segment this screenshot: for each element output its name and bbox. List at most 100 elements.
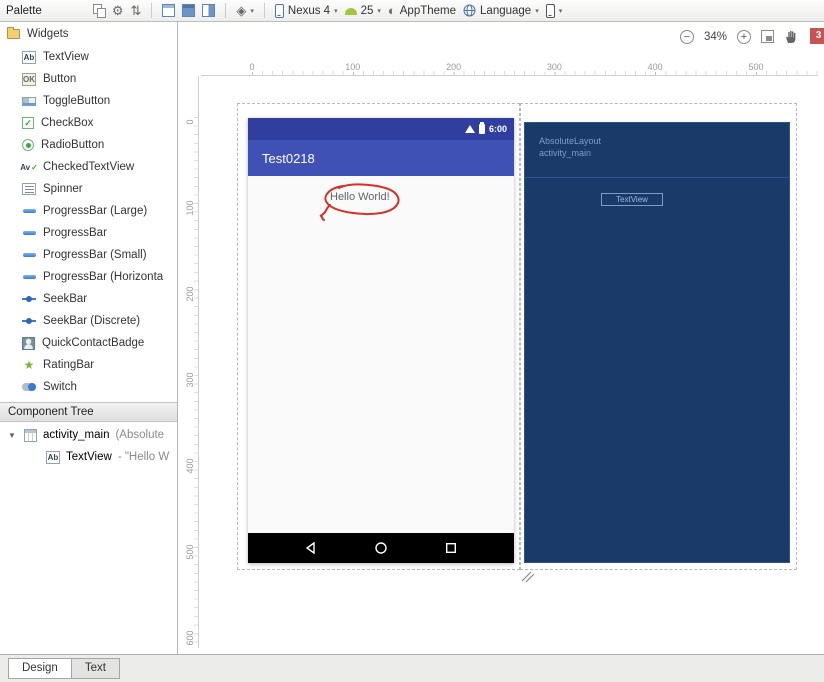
tree-node-textview[interactable]: Ab TextView - "Hello W bbox=[0, 446, 177, 468]
blueprint-appbar-line bbox=[525, 177, 789, 178]
language-selector[interactable]: Language ▾ bbox=[463, 4, 539, 17]
gear-icon[interactable]: ⚙ bbox=[112, 4, 124, 17]
zoom-out-icon[interactable]: − bbox=[679, 29, 694, 44]
chevron-down-icon: ▾ bbox=[558, 7, 563, 15]
palette-group-widgets[interactable]: Widgets bbox=[0, 22, 177, 46]
component-tree-header: Component Tree bbox=[0, 402, 177, 422]
sort-icon[interactable]: ⇅ bbox=[130, 4, 141, 17]
notification-badge[interactable]: 3 bbox=[810, 28, 824, 44]
v-ruler-label: 500 bbox=[185, 544, 195, 560]
textview-icon: Ab bbox=[46, 450, 60, 464]
quickcontactbadge-icon bbox=[22, 336, 35, 350]
h-ruler-label: 200 bbox=[444, 62, 464, 72]
tab-design[interactable]: Design bbox=[8, 658, 72, 679]
horizontal-ruler: 0 100 200 300 400 500 bbox=[201, 62, 818, 76]
palette-item-ratingbar[interactable]: ★ RatingBar bbox=[0, 354, 177, 376]
phone-icon bbox=[274, 3, 284, 18]
palette-item-progressbar-horizonta[interactable]: ProgressBar (Horizonta bbox=[0, 266, 177, 288]
palette-item-textview[interactable]: Ab TextView bbox=[0, 46, 177, 68]
h-ruler-label: 0 bbox=[247, 62, 257, 72]
h-ruler-label: 500 bbox=[746, 62, 766, 72]
editor-mode-bar: Design Text bbox=[0, 654, 824, 682]
zoom-to-fit-icon[interactable] bbox=[761, 30, 774, 43]
red-circle-annotation bbox=[319, 183, 400, 221]
seekbar-icon bbox=[22, 292, 36, 306]
layout-canvas[interactable]: Hello World! bbox=[248, 176, 514, 533]
theme-selector[interactable]: ◐ AppTheme bbox=[388, 4, 456, 17]
v-ruler-label: 400 bbox=[185, 458, 195, 474]
component-tree-title: Component Tree bbox=[8, 406, 94, 418]
v-ruler-label: 600 bbox=[185, 630, 195, 646]
v-ruler-label: 0 bbox=[185, 119, 195, 125]
chevron-down-icon: ▾ bbox=[250, 7, 254, 15]
togglebutton-icon bbox=[22, 96, 36, 106]
collapse-arrow-icon[interactable]: ▼ bbox=[8, 431, 18, 440]
copy-icon[interactable] bbox=[92, 4, 106, 18]
theme-icon: ◐ bbox=[387, 3, 396, 18]
radiobutton-icon bbox=[22, 139, 34, 151]
api-selector[interactable]: 25 ▾ bbox=[344, 5, 381, 17]
palette-item-progressbar[interactable]: ProgressBar bbox=[0, 222, 177, 244]
v-ruler-label: 200 bbox=[185, 286, 195, 302]
palette-title: Palette bbox=[6, 4, 42, 17]
design-view-icon[interactable] bbox=[162, 4, 176, 17]
wifi-icon bbox=[464, 125, 475, 133]
language-label: Language bbox=[480, 4, 532, 17]
battery-icon bbox=[478, 122, 485, 134]
palette-item-seekbar-discrete[interactable]: SeekBar (Discrete) bbox=[0, 310, 177, 332]
app-title: Test0218 bbox=[262, 151, 315, 166]
palette-item-progressbar-small[interactable]: ProgressBar (Small) bbox=[0, 244, 177, 266]
palette-item-checkbox[interactable]: ✓ CheckBox bbox=[0, 112, 177, 134]
textview-icon: Ab bbox=[22, 50, 36, 64]
tree-node-suffix: (Absolute bbox=[115, 429, 165, 441]
v-ruler-label: 100 bbox=[185, 200, 195, 216]
resize-handle-icon[interactable] bbox=[520, 571, 535, 583]
blueprint-view[interactable]: AbsoluteLayout activity_main TextView bbox=[524, 122, 790, 563]
palette-item-radiobutton[interactable]: RadioButton bbox=[0, 134, 177, 156]
tree-node-activity-main[interactable]: ▼ activity_main (Absolute bbox=[0, 424, 177, 446]
palette-item-button[interactable]: OK Button bbox=[0, 68, 177, 90]
status-bar: 6:00 bbox=[248, 118, 514, 140]
diamond-icon: ◈ bbox=[236, 3, 247, 18]
palette-item-quickcontactbadge[interactable]: QuickContactBadge bbox=[0, 332, 177, 354]
switch-icon bbox=[22, 383, 36, 391]
device-selector[interactable]: Nexus 4 ▾ bbox=[274, 3, 338, 18]
device-label: Nexus 4 bbox=[287, 4, 331, 17]
palette-item-seekbar[interactable]: SeekBar bbox=[0, 288, 177, 310]
palette-item-switch[interactable]: Switch bbox=[0, 376, 177, 398]
palette-item-progressbar-large[interactable]: ProgressBar (Large) bbox=[0, 200, 177, 222]
tab-text[interactable]: Text bbox=[70, 658, 120, 679]
pan-hand-icon[interactable] bbox=[784, 29, 798, 44]
both-views-icon[interactable] bbox=[182, 4, 196, 17]
tree-node-suffix: - "Hello W bbox=[117, 451, 170, 463]
toolbar-divider bbox=[263, 3, 265, 18]
progressbar-icon bbox=[22, 226, 36, 240]
orientation-selector[interactable]: ◈ ▾ bbox=[236, 4, 254, 17]
blueprint-id-label: activity_main bbox=[539, 148, 592, 158]
ratingbar-icon: ★ bbox=[23, 358, 35, 372]
folder-icon bbox=[7, 27, 20, 39]
virtual-device-button[interactable]: ▾ bbox=[545, 3, 563, 18]
palette-item-spinner[interactable]: Spinner bbox=[0, 178, 177, 200]
nav-home-icon bbox=[375, 542, 387, 554]
seekbar-discrete-icon bbox=[22, 314, 36, 328]
blueprint-textview-box[interactable]: TextView bbox=[601, 193, 663, 206]
blueprint-layout-label: AbsoluteLayout bbox=[539, 136, 602, 146]
v-ruler-label: 300 bbox=[185, 372, 195, 388]
component-tree: ▼ activity_main (Absolute Ab TextView - … bbox=[0, 424, 177, 468]
palette-group-label: Widgets bbox=[27, 28, 69, 40]
device-frame-icon bbox=[545, 3, 555, 18]
vertical-ruler: 0 100 200 300 400 500 600 bbox=[183, 76, 199, 648]
nav-back-icon bbox=[305, 541, 315, 555]
zoom-in-icon[interactable]: + bbox=[737, 29, 751, 44]
blueprint-view-icon[interactable] bbox=[202, 4, 216, 17]
design-editor-surface[interactable]: − 34% + 3 0 100 200 300 400 500 0 100 200 300 400… bbox=[179, 22, 824, 654]
spinner-icon bbox=[22, 183, 36, 195]
app-bar: Test0218 bbox=[248, 140, 514, 176]
palette-item-checkedtextview[interactable]: Av CheckedTextView bbox=[0, 156, 177, 178]
palette-item-togglebutton[interactable]: ToggleButton bbox=[0, 90, 177, 112]
zoom-controls: − 34% + bbox=[679, 29, 798, 44]
h-ruler-label: 400 bbox=[645, 62, 665, 72]
checkbox-icon: ✓ bbox=[22, 117, 34, 129]
nav-recents-icon bbox=[446, 543, 457, 554]
